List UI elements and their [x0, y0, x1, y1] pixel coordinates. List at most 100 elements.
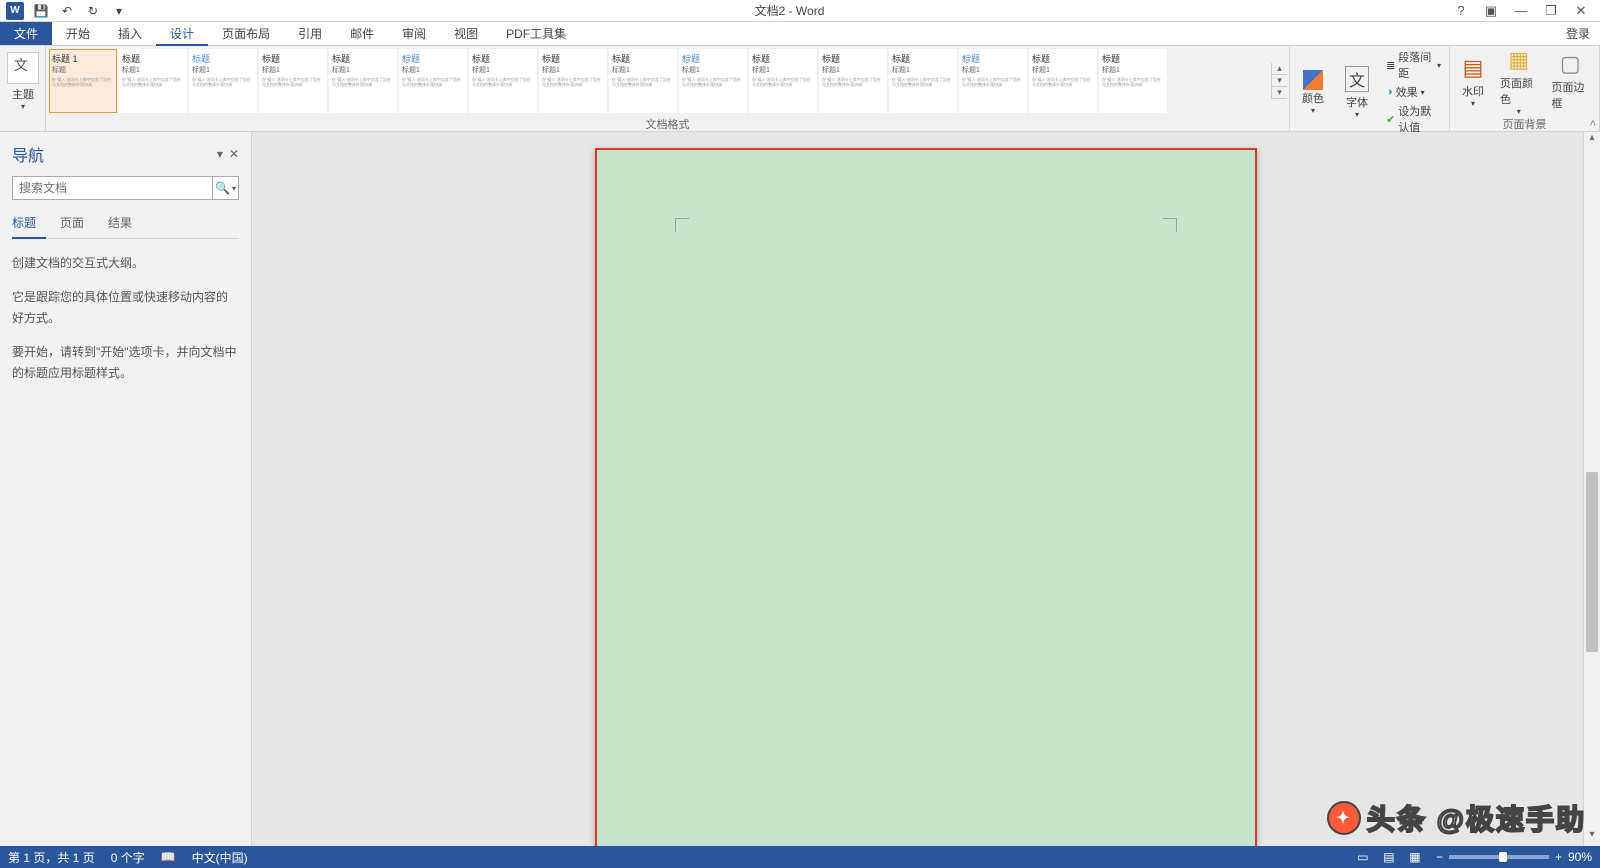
style-gallery-item[interactable]: 标题标题1在"插入"选项卡上库中包含了旨在与文档的整体外观协调 — [609, 49, 677, 113]
tab-design[interactable]: 设计 — [156, 22, 208, 46]
effects-label: 效果 — [1396, 84, 1418, 100]
ribbon-display-button[interactable]: ▣ — [1478, 1, 1504, 21]
scroll-thumb[interactable] — [1586, 472, 1598, 652]
style-gallery-item[interactable]: 标题标题1在"插入"选项卡上库中包含了旨在与文档的整体外观协调 — [189, 49, 257, 113]
tab-layout[interactable]: 页面布局 — [208, 22, 284, 45]
para-icon: ≣ — [1386, 59, 1395, 72]
view-read-button[interactable]: ▭ — [1350, 846, 1376, 868]
style-gallery-item[interactable]: 标题 1标题在"插入"选项卡上库中包含了旨在与文档的整体外观协调 — [49, 49, 117, 113]
document-viewport[interactable] — [252, 132, 1600, 846]
nav-text-3: 要开始，请转到"开始"选项卡，并向文档中的标题应用标题样式。 — [12, 342, 239, 385]
colors-label: 颜色 — [1302, 90, 1324, 106]
nav-tab-results[interactable]: 结果 — [108, 210, 142, 238]
nav-tab-pages[interactable]: 页面 — [60, 210, 94, 238]
paragraph-spacing-button[interactable]: ≣段落间距▾ — [1382, 48, 1445, 82]
status-page[interactable]: 第 1 页，共 1 页 — [0, 849, 103, 866]
qat-more-button[interactable]: ▾ — [107, 1, 131, 21]
group-page-background: ▤水印▾ ▦页面颜色▾ ▢页面边框 页面背景 — [1450, 46, 1600, 131]
tab-home[interactable]: 开始 — [52, 22, 104, 45]
zoom-in-button[interactable]: + — [1555, 850, 1562, 864]
search-box[interactable]: 🔍▾ — [12, 176, 239, 200]
fonts-button[interactable]: 文 字体▾ — [1338, 59, 1376, 125]
zoom-slider[interactable] — [1449, 855, 1549, 859]
style-gallery-item[interactable]: 标题标题1在"插入"选项卡上库中包含了旨在与文档的整体外观协调 — [749, 49, 817, 113]
signin-link[interactable]: 登录 — [1556, 22, 1600, 45]
style-gallery-item[interactable]: 标题标题1在"插入"选项卡上库中包含了旨在与文档的整体外观协调 — [539, 49, 607, 113]
nav-dropdown-button[interactable]: ▾ — [217, 147, 223, 161]
style-gallery-item[interactable]: 标题标题1在"插入"选项卡上库中包含了旨在与文档的整体外观协调 — [679, 49, 747, 113]
group-label-docfmt: 文档格式 — [46, 116, 1289, 132]
style-gallery-item[interactable]: 标题标题1在"插入"选项卡上库中包含了旨在与文档的整体外观协调 — [329, 49, 397, 113]
tab-file[interactable]: 文件 — [0, 22, 52, 45]
style-gallery-item[interactable]: 标题标题1在"插入"选项卡上库中包含了旨在与文档的整体外观协调 — [889, 49, 957, 113]
gallery-expand[interactable]: ▾ — [1272, 87, 1287, 99]
group-formatting-right: 颜色▾ 文 字体▾ ≣段落间距▾ ◑效果▾ ✔设为默认值 — [1290, 46, 1450, 131]
ribbon-tabs: 文件 开始 插入 设计 页面布局 引用 邮件 审阅 视图 PDF工具集 登录 — [0, 22, 1600, 46]
tab-pdf-tools[interactable]: PDF工具集 — [492, 22, 580, 45]
vertical-scrollbar[interactable]: ▴ ▾ — [1583, 132, 1600, 846]
effects-icon: ◑ — [1386, 86, 1393, 98]
style-gallery-item[interactable]: 标题标题1在"插入"选项卡上库中包含了旨在与文档的整体外观协调 — [819, 49, 887, 113]
gallery-scroll-down[interactable]: ▾ — [1272, 75, 1287, 87]
watermark-button[interactable]: ▤水印▾ — [1454, 48, 1492, 114]
style-gallery-item[interactable]: 标题标题1在"插入"选项卡上库中包含了旨在与文档的整体外观协调 — [469, 49, 537, 113]
zoom-out-button[interactable]: − — [1436, 850, 1443, 864]
help-button[interactable]: ? — [1448, 1, 1474, 21]
tab-mailings[interactable]: 邮件 — [336, 22, 388, 45]
search-input[interactable] — [13, 177, 212, 199]
nav-close-button[interactable]: ✕ — [229, 147, 239, 161]
themes-button[interactable]: 主题 ▾ — [4, 48, 42, 114]
window-title: 文档2 - Word — [131, 2, 1448, 19]
redo-button[interactable]: ↻ — [81, 1, 105, 21]
margin-mark-tr — [1163, 218, 1177, 232]
tab-review[interactable]: 审阅 — [388, 22, 440, 45]
save-button[interactable]: 💾 — [29, 1, 53, 21]
statusbar: 第 1 页，共 1 页 0 个字 📖 中文(中国) ▭ ▤ ▦ − + 90% — [0, 846, 1600, 868]
style-gallery-item[interactable]: 标题标题1在"插入"选项卡上库中包含了旨在与文档的整体外观协调 — [1029, 49, 1097, 113]
style-gallery-item[interactable]: 标题标题1在"插入"选项卡上库中包含了旨在与文档的整体外观协调 — [399, 49, 467, 113]
scroll-down-button[interactable]: ▾ — [1584, 829, 1600, 846]
app-icon[interactable]: W — [3, 1, 27, 21]
tab-references[interactable]: 引用 — [284, 22, 336, 45]
gallery-scroll-up[interactable]: ▴ — [1272, 63, 1287, 75]
style-gallery-item[interactable]: 标题标题1在"插入"选项卡上库中包含了旨在与文档的整体外观协调 — [959, 49, 1027, 113]
page-color-button[interactable]: ▦页面颜色▾ — [1494, 48, 1544, 114]
page-border-button[interactable]: ▢页面边框 — [1546, 48, 1596, 114]
search-button[interactable]: 🔍▾ — [212, 177, 238, 199]
tab-insert[interactable]: 插入 — [104, 22, 156, 45]
status-words[interactable]: 0 个字 — [103, 849, 153, 866]
document-area[interactable] — [252, 132, 1600, 846]
view-print-button[interactable]: ▤ — [1376, 846, 1402, 868]
colors-button[interactable]: 颜色▾ — [1294, 59, 1332, 125]
close-button[interactable]: ✕ — [1568, 1, 1594, 21]
maximize-button[interactable]: ❐ — [1538, 1, 1564, 21]
group-document-formatting: 标题 1标题在"插入"选项卡上库中包含了旨在与文档的整体外观协调标题标题1在"插… — [46, 46, 1290, 131]
document-page[interactable] — [595, 148, 1257, 846]
minimize-button[interactable]: — — [1508, 1, 1534, 21]
nav-text-2: 它是跟踪您的具体位置或快速移动内容的好方式。 — [12, 287, 239, 330]
nav-tab-headings[interactable]: 标题 — [12, 210, 46, 239]
view-buttons: ▭ ▤ ▦ — [1350, 846, 1428, 868]
status-language[interactable]: 中文(中国) — [184, 849, 256, 866]
style-gallery-item[interactable]: 标题标题1在"插入"选项卡上库中包含了旨在与文档的整体外观协调 — [1099, 49, 1167, 113]
effects-button[interactable]: ◑效果▾ — [1382, 83, 1445, 101]
gallery-scroll: ▴ ▾ ▾ — [1271, 63, 1287, 99]
style-gallery-item[interactable]: 标题标题1在"插入"选项卡上库中包含了旨在与文档的整体外观协调 — [259, 49, 327, 113]
nav-body: 创建文档的交互式大纲。 它是跟踪您的具体位置或快速移动内容的好方式。 要开始，请… — [12, 253, 239, 397]
titlebar: W 💾 ↶ ↻ ▾ 文档2 - Word ? ▣ — ❐ ✕ — [0, 0, 1600, 22]
undo-button[interactable]: ↶ — [55, 1, 79, 21]
watermark-label: 水印 — [1462, 83, 1484, 99]
set-default-button[interactable]: ✔设为默认值 — [1382, 102, 1445, 136]
scroll-up-button[interactable]: ▴ — [1584, 132, 1600, 149]
zoom-value[interactable]: 90% — [1568, 850, 1592, 864]
status-proofing-icon[interactable]: 📖 — [153, 850, 184, 864]
nav-title: 导航 — [12, 142, 44, 166]
view-web-button[interactable]: ▦ — [1402, 846, 1428, 868]
collapse-ribbon-button[interactable]: ˄ — [1590, 118, 1596, 130]
style-gallery-item[interactable]: 标题标题1在"插入"选项卡上库中包含了旨在与文档的整体外观协调 — [119, 49, 187, 113]
tab-view[interactable]: 视图 — [440, 22, 492, 45]
style-gallery: 标题 1标题在"插入"选项卡上库中包含了旨在与文档的整体外观协调标题标题1在"插… — [48, 48, 1269, 114]
zoom-controls: − + 90% — [1428, 850, 1600, 864]
colors-icon — [1303, 70, 1323, 90]
themes-label: 主题 — [12, 86, 34, 102]
